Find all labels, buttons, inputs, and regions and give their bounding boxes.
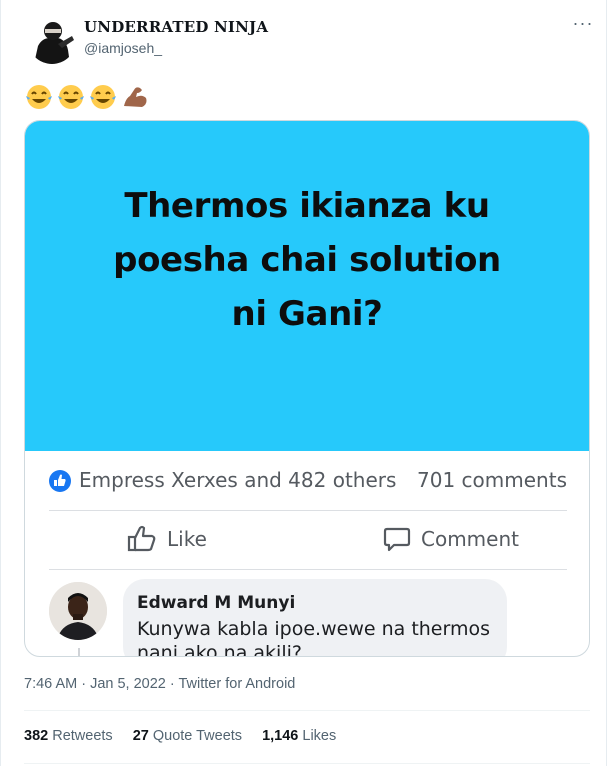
post-actions: Like Comment <box>49 521 567 559</box>
tweet-timestamp[interactable]: 7:46 AM · Jan 5, 2022 · Twitter for Andr… <box>24 676 295 692</box>
post-text-line: Thermos ikianza ku <box>124 186 490 226</box>
comment-label: Comment <box>421 527 519 551</box>
quote-count: 27 <box>132 728 149 744</box>
speech-bubble-icon <box>383 527 411 552</box>
embedded-screenshot[interactable]: Thermos ikianza ku poesha chai solution … <box>24 120 590 657</box>
comment-bubble: Edward M Munyi Kunywa kabla ipoe.wewe na… <box>123 579 507 657</box>
divider <box>49 510 567 511</box>
name-block: UNDERRATED NINJA @iamjoseh_ <box>84 18 268 56</box>
like-action: Like <box>127 525 207 553</box>
retweets-label: Retweets <box>52 728 113 744</box>
face-with-tears-of-joy-emoji <box>90 85 116 109</box>
tweet-header: UNDERRATED NINJA @iamjoseh_ ··· <box>24 14 595 66</box>
comments-count: 701 comments <box>417 468 567 492</box>
commenter-avatar <box>49 582 107 640</box>
reactions-text: Empress Xerxes and 482 others <box>79 468 397 492</box>
quote-label: Quote Tweets <box>152 728 243 744</box>
display-name[interactable]: UNDERRATED NINJA <box>84 18 268 36</box>
like-label: Like <box>167 527 207 551</box>
post-background: Thermos ikianza ku poesha chai solution … <box>25 121 589 451</box>
tweet-text-emojis <box>24 84 150 110</box>
divider <box>24 710 590 711</box>
avatar[interactable] <box>28 16 76 64</box>
comment-line: Kunywa kabla ipoe.wewe na thermos <box>137 618 491 640</box>
thumbs-up-icon <box>127 525 156 552</box>
thumbs-up-reaction-icon <box>49 470 71 492</box>
likes-stat[interactable]: 1,146 Likes <box>262 728 336 744</box>
thread-line <box>78 648 80 656</box>
post-text-line: ni Gani? <box>231 294 383 334</box>
likes-count: 1,146 <box>262 728 299 744</box>
tweet-stats: 382 Retweets 27 Quote Tweets 1,146 Likes <box>24 728 336 744</box>
comment-text: Kunywa kabla ipoe.wewe na thermos nani a… <box>137 617 497 657</box>
face-with-tears-of-joy-emoji <box>26 85 52 109</box>
retweets-stat[interactable]: 382 Retweets <box>24 728 113 744</box>
commenter-name: Edward M Munyi <box>137 593 296 613</box>
post-text: Thermos ikianza ku poesha chai solution … <box>25 179 589 341</box>
flexed-biceps-emoji <box>124 87 147 107</box>
face-with-tears-of-joy-emoji <box>58 85 84 109</box>
divider <box>24 763 590 764</box>
quote-tweets-stat[interactable]: 27 Quote Tweets <box>133 728 242 744</box>
comment-action: Comment <box>383 525 519 553</box>
post-text-line: poesha chai solution <box>113 240 501 280</box>
retweets-count: 382 <box>24 728 49 744</box>
post-stats: Empress Xerxes and 482 others 701 commen… <box>49 466 567 496</box>
divider <box>49 569 567 570</box>
comment-line: nani ako na akili? <box>137 642 302 657</box>
ellipsis-icon[interactable]: ··· <box>571 14 595 38</box>
handle[interactable]: @iamjoseh_ <box>84 40 268 56</box>
likes-label: Likes <box>302 728 337 744</box>
